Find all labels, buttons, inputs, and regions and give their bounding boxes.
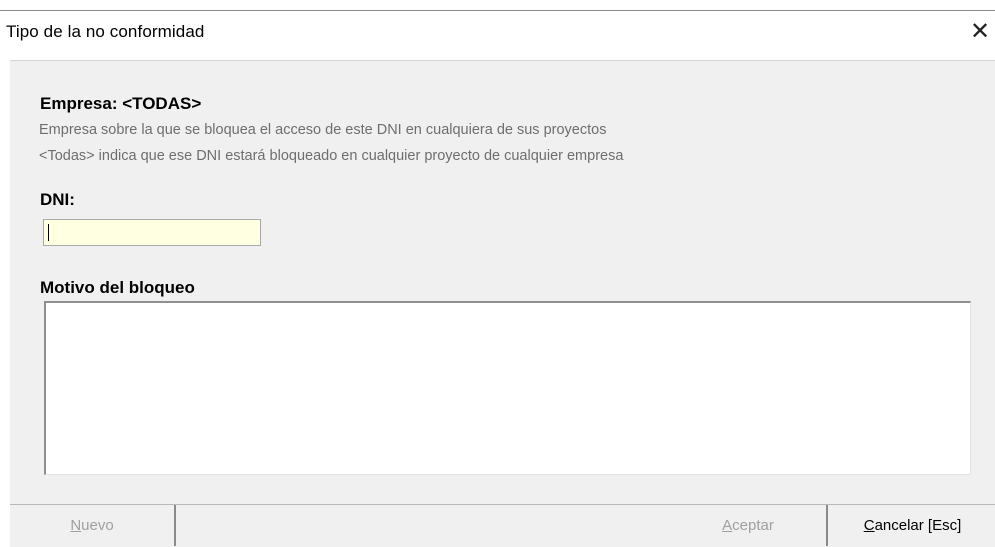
- button-bar: Nuevo Aceptar Cancelar [Esc]: [10, 504, 995, 547]
- dialog-window: Tipo de la no conformidad ✕ Empresa: <TO…: [0, 0, 995, 547]
- empresa-title: Empresa: <TODAS>: [40, 94, 202, 113]
- dialog-body: Empresa: <TODAS> Empresa sobre la que se…: [10, 60, 995, 505]
- close-button[interactable]: ✕: [965, 15, 995, 49]
- close-icon: ✕: [969, 18, 991, 45]
- motivo-textarea[interactable]: [44, 301, 971, 475]
- text-caret: [48, 224, 49, 241]
- nuevo-mnemonic: N: [70, 517, 82, 534]
- empresa-help-line-1: Empresa sobre la que se bloquea el acces…: [39, 122, 607, 138]
- dni-label: DNI:: [40, 190, 75, 209]
- aceptar-mnemonic: A: [722, 517, 733, 534]
- cancelar-button[interactable]: Cancelar [Esc]: [830, 505, 995, 546]
- dni-input[interactable]: [43, 219, 261, 246]
- title-bar: Tipo de la no conformidad ✕: [0, 10, 995, 59]
- cancelar-mnemonic: C: [863, 517, 875, 534]
- motivo-label: Motivo del bloqueo: [40, 278, 195, 297]
- nuevo-label: uevo: [81, 517, 114, 534]
- cancelar-label: ancelar [Esc]: [874, 517, 962, 534]
- empresa-help-line-2: <Todas> indica que ese DNI estará bloque…: [39, 148, 624, 164]
- aceptar-button[interactable]: Aceptar: [670, 505, 828, 546]
- window-title: Tipo de la no conformidad: [6, 22, 205, 41]
- nuevo-button[interactable]: Nuevo: [10, 505, 176, 546]
- aceptar-label: ceptar: [732, 517, 774, 534]
